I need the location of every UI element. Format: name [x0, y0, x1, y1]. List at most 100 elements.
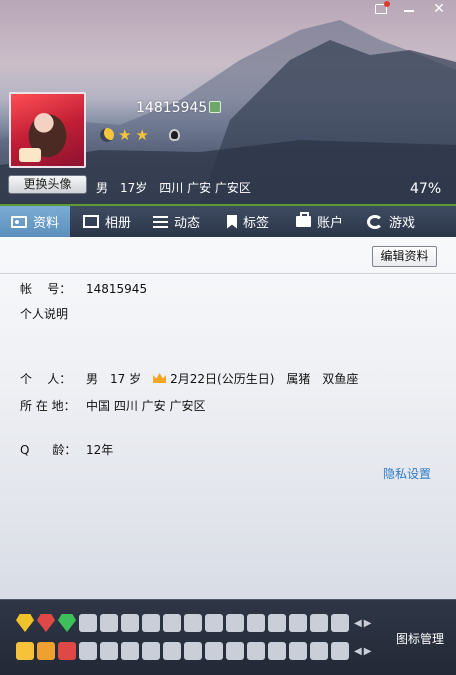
- qage-row: Q 龄： 12年: [20, 441, 113, 458]
- badge-icon[interactable]: [310, 614, 328, 632]
- badge-icon[interactable]: [16, 642, 34, 660]
- divider: [0, 273, 456, 274]
- badge-icon[interactable]: [142, 614, 160, 632]
- badge-icon[interactable]: [163, 614, 181, 632]
- icon-manage-button[interactable]: 图标管理: [396, 630, 444, 647]
- qage-value: 12年: [86, 443, 114, 457]
- location-value: 中国 四川 广安 广安区: [86, 399, 206, 413]
- badge-icon[interactable]: [79, 614, 97, 632]
- badge-icon[interactable]: [100, 614, 118, 632]
- badge-icon[interactable]: [121, 614, 139, 632]
- edit-number-icon[interactable]: [209, 101, 221, 113]
- icon-bar: ◀▶ ◀▶ 图标管理: [0, 599, 456, 675]
- tab-album[interactable]: 相册: [83, 206, 131, 237]
- avatar[interactable]: [9, 92, 86, 168]
- icon-row-2: ◀▶: [16, 642, 373, 660]
- badge-icon[interactable]: [205, 614, 223, 632]
- level-badges[interactable]: ★ ★: [100, 126, 180, 144]
- badge-icon[interactable]: [184, 642, 202, 660]
- basic-info: 男 17岁 四川 广安 广安区: [96, 179, 251, 196]
- edit-profile-button[interactable]: 编辑资料: [372, 246, 437, 267]
- personal-label: 个 人：: [20, 372, 72, 386]
- badge-icon[interactable]: [268, 614, 286, 632]
- badge-icon[interactable]: [58, 614, 76, 632]
- badge-icon[interactable]: [37, 614, 55, 632]
- tab-label: 相册: [105, 216, 132, 231]
- zodiac: 属猪: [286, 372, 311, 386]
- badge-icon[interactable]: [100, 642, 118, 660]
- tab-label: 标签: [243, 216, 270, 231]
- badge-icon[interactable]: [79, 642, 97, 660]
- minimize-icon: [404, 10, 414, 12]
- badge-icon[interactable]: [121, 642, 139, 660]
- badge-icon[interactable]: [289, 642, 307, 660]
- gender: 男: [96, 181, 109, 195]
- badge-icon[interactable]: [247, 614, 265, 632]
- tshirt-icon: [375, 1, 390, 14]
- badge-icon[interactable]: [226, 642, 244, 660]
- badge-icon[interactable]: [16, 614, 34, 632]
- tab-label: 账户: [317, 216, 344, 231]
- birthday-text: 2月22日(公历生日): [170, 372, 275, 386]
- tab-bar: 资料 相册 动态 标签 账户 游戏: [0, 204, 456, 237]
- album-icon: [83, 215, 99, 228]
- location-label: 所 在 地：: [20, 399, 76, 413]
- tab-label: 资料: [33, 216, 60, 231]
- badge-icon[interactable]: [58, 642, 76, 660]
- privacy-settings-link[interactable]: 隐私设置: [383, 465, 431, 482]
- close-button[interactable]: ✕: [426, 0, 452, 18]
- badge-icon[interactable]: [268, 642, 286, 660]
- badge-icon[interactable]: [331, 642, 349, 660]
- birthday: 2月22日(公历生日): [153, 370, 274, 387]
- qq-number: 14815945: [136, 100, 208, 116]
- icon-row-1: ◀▶: [16, 614, 373, 632]
- profile-details: 编辑资料 帐 号： 14815945 个人说明 个 人： 男 17 岁 2月22…: [0, 237, 456, 599]
- constellation: 双鱼座: [322, 372, 359, 386]
- badge-icon[interactable]: [37, 642, 55, 660]
- badge-icon[interactable]: [184, 614, 202, 632]
- moon-icon: [100, 128, 114, 142]
- profile-card-icon: [11, 215, 27, 228]
- badge-icon[interactable]: [310, 642, 328, 660]
- location: 四川 广安 广安区: [159, 181, 251, 195]
- tab-profile[interactable]: 资料: [0, 206, 70, 237]
- game-icon: [367, 214, 383, 229]
- account-label: 帐 号：: [20, 282, 72, 296]
- feed-icon: [153, 215, 168, 228]
- tab-game[interactable]: 游戏: [367, 206, 415, 237]
- personal-age: 17 岁: [110, 372, 142, 386]
- tab-label: 游戏: [389, 216, 416, 231]
- qage-label: Q 龄：: [20, 443, 77, 457]
- tab-feed[interactable]: 动态: [153, 206, 200, 237]
- minimize-button[interactable]: [396, 0, 422, 18]
- description-label: 个人说明: [20, 307, 69, 321]
- account-value: 14815945: [86, 281, 148, 296]
- tab-tags[interactable]: 标签: [227, 206, 269, 237]
- penguin-icon: [168, 129, 180, 141]
- badge-icon[interactable]: [331, 614, 349, 632]
- skin-button[interactable]: [368, 0, 394, 18]
- wallet-icon: [296, 212, 311, 227]
- badge-icon[interactable]: [289, 614, 307, 632]
- badge-icon[interactable]: [205, 642, 223, 660]
- personal-row: 个 人： 男 17 岁 2月22日(公历生日) 属猪 双鱼座: [20, 370, 358, 387]
- badge-icon[interactable]: [226, 614, 244, 632]
- badge-icon[interactable]: [142, 642, 160, 660]
- account-row: 帐 号： 14815945: [20, 280, 147, 297]
- age: 17岁: [120, 181, 148, 195]
- badge-icon[interactable]: [163, 642, 181, 660]
- location-row: 所 在 地： 中国 四川 广安 广安区: [20, 397, 205, 414]
- scroll-arrows-icon[interactable]: ◀▶: [354, 646, 373, 657]
- profile-header: ✕ 更换头像 14815945 ★ ★ 男 17岁 四川 广安 广安区 47%: [0, 0, 456, 204]
- badge-icon[interactable]: [247, 642, 265, 660]
- tab-label: 动态: [174, 216, 201, 231]
- star-icon: ★: [135, 126, 149, 144]
- scroll-arrows-icon[interactable]: ◀▶: [354, 618, 373, 629]
- profile-completion: 47%: [410, 181, 442, 197]
- crown-icon: [153, 373, 167, 383]
- description-row: 个人说明: [20, 305, 68, 322]
- tag-icon: [227, 214, 237, 229]
- change-avatar-button[interactable]: 更换头像: [8, 175, 87, 194]
- tab-account[interactable]: 账户: [296, 206, 343, 237]
- star-icon: ★: [118, 126, 132, 144]
